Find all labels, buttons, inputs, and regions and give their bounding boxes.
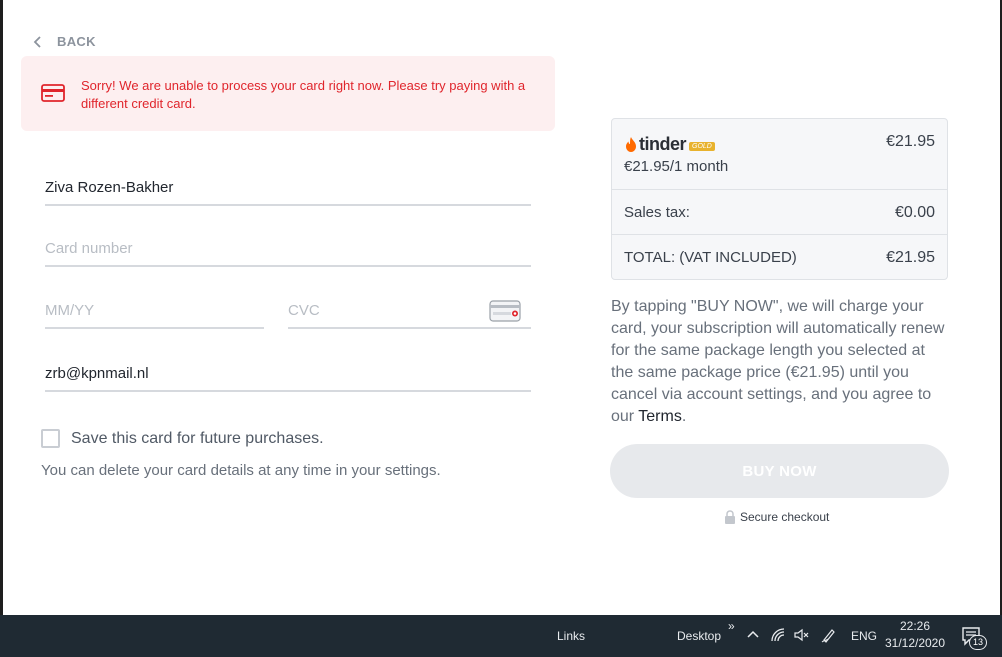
save-card-row[interactable]: Save this card for future purchases. — [41, 429, 324, 448]
network-icon[interactable] — [770, 627, 786, 643]
order-summary: tinder GOLD €21.95/1 month €21.95 Sales … — [611, 118, 948, 280]
tinder-gold-logo: tinder GOLD — [625, 134, 715, 155]
taskbar-clock[interactable]: 22:26 31/12/2020 — [880, 618, 950, 652]
card-number-input[interactable] — [45, 231, 531, 265]
taskbar: Links Desktop » ENG 22:26 31/12/2020 13 — [0, 615, 1002, 657]
lock-icon — [725, 510, 735, 524]
name-field[interactable] — [45, 170, 531, 206]
tax-value: €0.00 — [894, 204, 935, 221]
save-card-label: Save this card for future purchases. — [71, 429, 324, 447]
show-hidden-icons-icon[interactable] — [745, 627, 761, 643]
save-card-checkbox[interactable] — [41, 429, 60, 448]
legal-text: By tapping "BUY NOW", we will charge you… — [611, 296, 951, 428]
clock-time: 22:26 — [899, 619, 931, 633]
total-value: €21.95 — [886, 249, 935, 266]
taskbar-links-toolbar[interactable]: Links — [557, 615, 585, 657]
back-button[interactable]: BACK — [33, 34, 96, 49]
secure-checkout: Secure checkout — [724, 510, 829, 524]
credit-card-icon — [41, 84, 65, 102]
plan-price: €21.95 — [886, 133, 935, 150]
legal-end: . — [681, 408, 687, 425]
window-edge-left — [0, 0, 3, 657]
checkout-page: BACK Sorry! We are unable to process you… — [0, 0, 1002, 657]
card-number-field[interactable] — [45, 231, 531, 267]
total-label: TOTAL: (VAT INCLUDED) — [624, 249, 797, 266]
taskbar-desktop-toolbar[interactable]: Desktop — [677, 615, 721, 657]
email-field[interactable] — [45, 356, 531, 392]
brand-name: tinder — [639, 134, 687, 154]
secure-label: Secure checkout — [740, 510, 830, 524]
volume-muted-icon[interactable] — [794, 627, 810, 643]
legal-body: By tapping "BUY NOW", we will charge you… — [611, 298, 945, 425]
terms-link[interactable]: Terms — [638, 408, 682, 425]
clock-date: 31/12/2020 — [884, 636, 946, 650]
tax-label: Sales tax: — [624, 204, 690, 221]
error-message: Sorry! We are unable to process your car… — [81, 78, 526, 111]
cvc-card-icon — [489, 300, 521, 322]
total-row: TOTAL: (VAT INCLUDED) €21.95 — [612, 234, 947, 280]
back-label: BACK — [57, 34, 96, 49]
input-language[interactable]: ENG — [851, 615, 877, 657]
buy-now-button[interactable]: BUY NOW — [610, 444, 949, 498]
flame-icon — [626, 137, 636, 152]
cardholder-name-input[interactable] — [45, 170, 531, 204]
save-card-hint: You can delete your card details at any … — [41, 462, 441, 479]
cvc-field[interactable] — [288, 293, 531, 329]
error-alert: Sorry! We are unable to process your car… — [21, 56, 555, 131]
toolbar-overflow-icon[interactable]: » — [728, 605, 735, 647]
plan-description: €21.95/1 month — [624, 158, 729, 175]
brand-badge: GOLD — [689, 142, 715, 151]
notification-count-badge: 13 — [969, 635, 987, 650]
pen-workspace-icon[interactable] — [821, 627, 837, 643]
expiry-input[interactable] — [45, 293, 264, 327]
expiry-field[interactable] — [45, 293, 264, 329]
chevron-left-icon — [33, 35, 41, 48]
email-input[interactable] — [45, 356, 531, 390]
tax-row: Sales tax: €0.00 — [612, 189, 947, 234]
